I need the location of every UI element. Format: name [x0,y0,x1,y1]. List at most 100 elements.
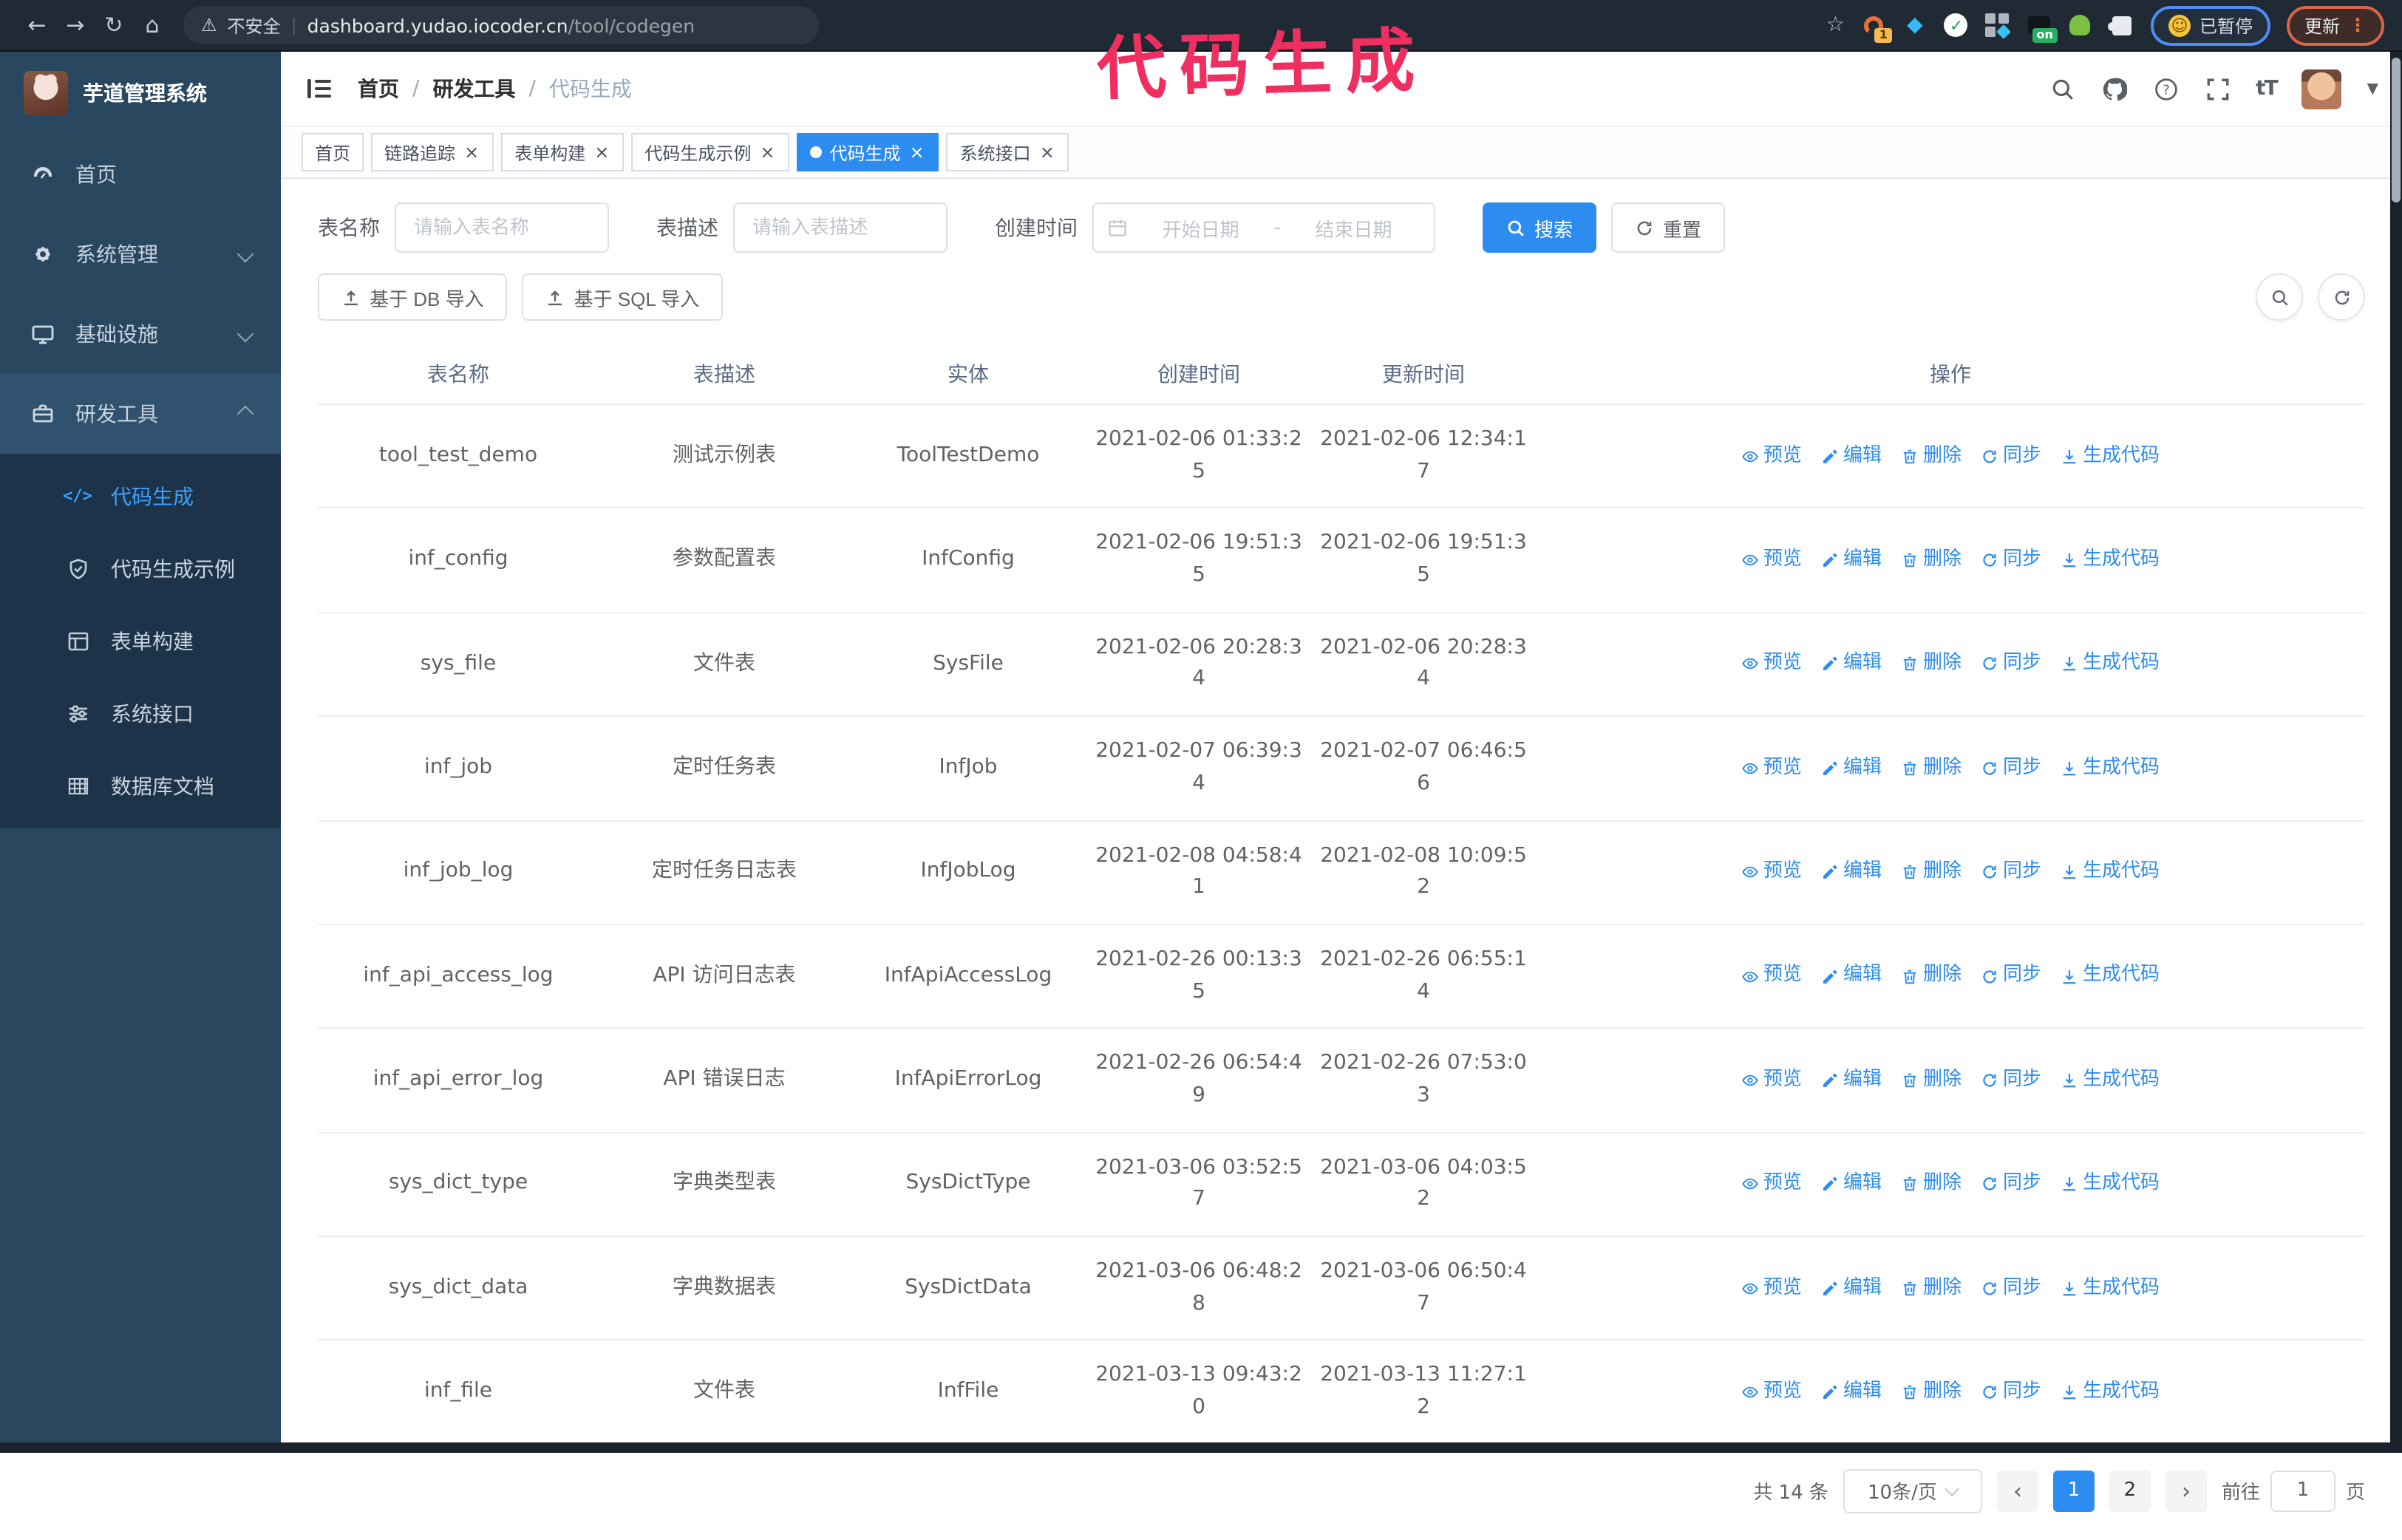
action-sync[interactable]: 同步 [1981,1066,2041,1095]
address-bar[interactable]: ⚠ 不安全 | dashboard.yudao.iocoder.cn/tool/… [183,6,819,44]
action-sync[interactable]: 同步 [1981,545,2041,575]
action-delete[interactable]: 删除 [1901,650,1962,679]
action-delete[interactable]: 删除 [1901,1169,1962,1199]
action-edit[interactable]: 编辑 [1821,1066,1882,1095]
action-generate-code[interactable]: 生成代码 [2061,1066,2160,1095]
action-edit[interactable]: 编辑 [1821,650,1882,679]
action-delete[interactable]: 删除 [1901,545,1962,575]
orange-refresh-extension-icon[interactable]: 1 [1861,13,1892,42]
action-preview[interactable]: 预览 [1741,441,1802,471]
close-tab-icon[interactable]: × [593,143,610,161]
browser-home-icon[interactable]: ⌂ [133,12,171,38]
action-edit[interactable]: 编辑 [1821,961,1882,991]
action-edit[interactable]: 编辑 [1821,441,1882,471]
next-page-button[interactable]: › [2165,1470,2207,1512]
close-tab-icon[interactable]: × [1038,143,1056,161]
browser-forward-icon[interactable]: → [56,12,95,38]
sidebar-item-infrastructure[interactable]: 基础设施 [0,294,281,374]
sidebar-item-home[interactable]: 首页 [0,134,281,214]
page-button-1[interactable]: 1 [2052,1470,2095,1512]
prev-page-button[interactable]: ‹ [1996,1470,2038,1512]
action-delete[interactable]: 删除 [1901,1377,1962,1407]
close-tab-icon[interactable]: × [908,143,926,161]
fullscreen-icon[interactable] [2204,75,2231,102]
sidebar-subitem-codegen-demo[interactable]: 代码生成示例 [0,532,281,604]
page-button-2[interactable]: 2 [2109,1470,2151,1512]
paused-extension-badge[interactable]: ☺ 已暂停 [2150,5,2270,45]
action-generate-code[interactable]: 生成代码 [2061,441,2160,471]
sidebar-item-dev-tools[interactable]: 研发工具 [0,374,281,454]
action-preview[interactable]: 预览 [1741,545,1802,575]
search-button[interactable]: 搜索 [1483,202,1597,253]
action-preview[interactable]: 预览 [1741,1169,1802,1199]
action-delete[interactable]: 删除 [1901,441,1962,471]
puzzle-extensions-icon[interactable] [2107,13,2134,38]
action-generate-code[interactable]: 生成代码 [2061,1169,2160,1199]
action-sync[interactable]: 同步 [1981,1273,2041,1303]
sidebar-subitem-system-api[interactable]: 系统接口 [0,677,281,749]
table-name-input[interactable] [395,202,609,253]
breadcrumb-item[interactable]: 首页 [358,74,399,103]
action-preview[interactable]: 预览 [1741,650,1802,679]
action-preview[interactable]: 预览 [1741,1066,1802,1095]
reset-button[interactable]: 重置 [1611,202,1726,253]
import-sql-button[interactable]: 基于 SQL 导入 [522,273,724,321]
action-generate-code[interactable]: 生成代码 [2061,1377,2160,1407]
green-figure-extension-icon[interactable] [2068,13,2093,38]
tags-view-tab[interactable]: 表单构建 × [501,133,625,171]
action-generate-code[interactable]: 生成代码 [2061,545,2160,575]
action-sync[interactable]: 同步 [1981,857,2041,887]
action-generate-code[interactable]: 生成代码 [2061,650,2160,679]
app-logo[interactable]: 芋道管理系统 [0,52,281,134]
sidebar-subitem-form-builder[interactable]: 表单构建 [0,604,281,677]
refresh-table-button[interactable] [2318,273,2365,321]
search-icon[interactable] [2049,75,2075,102]
action-sync[interactable]: 同步 [1981,650,2041,679]
page-size-select[interactable]: 10条/页 [1843,1468,1982,1513]
close-tab-icon[interactable]: × [463,143,480,161]
font-size-icon[interactable]: tT [2256,77,2279,100]
sidebar-subitem-codegen[interactable]: </> 代码生成 [0,460,281,532]
grid-extension-icon[interactable] [1985,13,2012,39]
hamburger-icon[interactable] [304,74,334,103]
action-sync[interactable]: 同步 [1981,441,2041,471]
user-menu-caret-icon[interactable]: ▼ [2367,81,2378,97]
tags-view-tab[interactable]: 链路追踪 × [371,133,494,171]
action-edit[interactable]: 编辑 [1821,1273,1882,1303]
gem-extension-icon[interactable]: ◆ [1902,13,1928,38]
create-time-range-picker[interactable]: 开始日期 - 结束日期 [1092,202,1435,253]
action-delete[interactable]: 删除 [1901,1066,1962,1095]
table-desc-input[interactable] [733,202,947,253]
action-edit[interactable]: 编辑 [1821,857,1882,887]
start-date-placeholder[interactable]: 开始日期 [1134,214,1268,242]
action-sync[interactable]: 同步 [1981,1377,2041,1407]
help-icon[interactable]: ? [2152,75,2179,102]
action-generate-code[interactable]: 生成代码 [2061,857,2160,887]
import-db-button[interactable]: 基于 DB 导入 [318,273,508,321]
action-preview[interactable]: 预览 [1741,1377,1802,1407]
green-check-extension-icon[interactable]: ✓ [1944,13,1969,38]
action-delete[interactable]: 删除 [1901,857,1962,887]
action-generate-code[interactable]: 生成代码 [2061,753,2160,783]
action-preview[interactable]: 预览 [1741,1273,1802,1303]
action-sync[interactable]: 同步 [1981,1169,2041,1199]
action-delete[interactable]: 删除 [1901,1273,1962,1303]
close-tab-icon[interactable]: × [758,143,776,161]
tags-view-tab[interactable]: 代码生成示例 × [631,133,790,171]
action-preview[interactable]: 预览 [1741,857,1802,887]
sidebar-subitem-db-docs[interactable]: 数据库文档 [0,749,281,822]
end-date-placeholder[interactable]: 结束日期 [1287,214,1421,242]
toggle-search-button[interactable] [2256,273,2303,321]
breadcrumb-item[interactable]: 研发工具 [432,74,515,103]
user-avatar[interactable] [2301,69,2342,109]
action-sync[interactable]: 同步 [1981,961,2041,991]
browser-update-button[interactable]: 更新 ⋮ [2286,5,2384,45]
action-delete[interactable]: 删除 [1901,961,1962,991]
on-switch-extension-icon[interactable]: on [2027,13,2058,42]
bookmark-star-icon[interactable]: ☆ [1826,13,1845,37]
scrollbar-thumb[interactable] [2392,58,2401,202]
action-sync[interactable]: 同步 [1981,753,2041,783]
github-icon[interactable] [2100,75,2127,102]
action-preview[interactable]: 预览 [1741,753,1802,783]
action-generate-code[interactable]: 生成代码 [2061,961,2160,991]
